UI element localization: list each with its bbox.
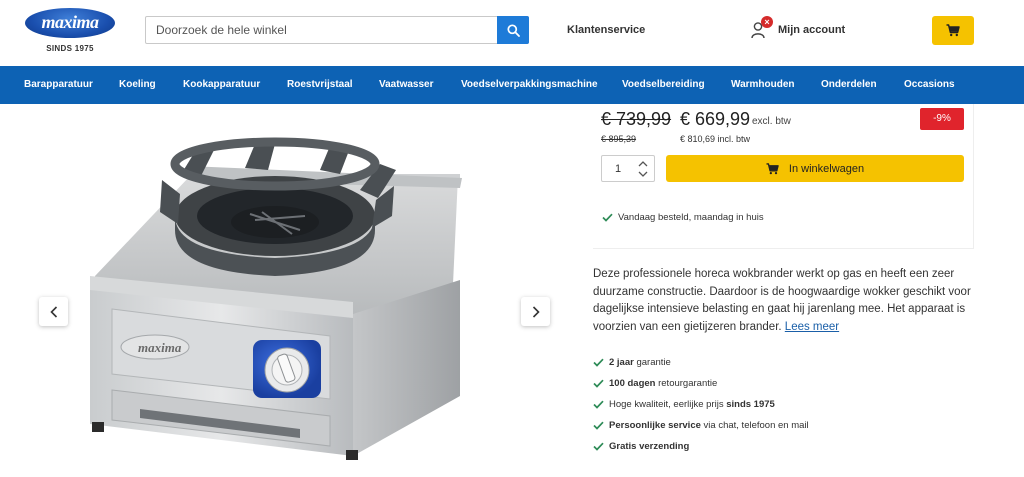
delivery-info: Vandaag besteld, maandag in huis [602,212,764,223]
usp-bold: Persoonlijke service [609,420,701,431]
nav-item-warmhouden[interactable]: Warmhouden [731,66,795,104]
check-icon [602,213,613,222]
nav-item-occasions[interactable]: Occasions [904,66,955,104]
discount-badge: -9% [920,108,964,130]
cart-icon [766,162,779,174]
delivery-text: Vandaag besteld, maandag in huis [618,212,764,223]
product-brand-plate: maxima [138,340,182,355]
price-new: € 669,99 [680,109,751,129]
cart-button[interactable] [932,16,974,45]
customer-service-link[interactable]: Klantenservice [567,24,645,36]
account-link[interactable]: × Mijn account [751,16,846,42]
usp-text: garantie [633,357,671,368]
account-label: Mijn account [778,24,846,36]
buy-box: € 739,99 € 669,99 excl. btw € 895,39 € 8… [593,104,974,249]
nav-item-vaatwasser[interactable]: Vaatwasser [379,66,434,104]
account-alert-badge: × [761,16,773,28]
usp-item: 100 dagen retourgarantie [593,378,717,389]
usp-bold: sinds 1975 [726,399,775,410]
price-new-incl: € 810,69 incl. btw [680,134,751,144]
main-navigation: Barapparatuur Koeling Kookapparatuur Roe… [0,66,1024,104]
maxima-logo[interactable]: maxima SINDS 1975 [25,6,115,56]
add-to-cart-button[interactable]: In winkelwagen [666,155,964,182]
price-excl-label: excl. btw [752,116,791,127]
usp-bold: Gratis verzending [609,441,690,452]
price-old-incl: € 895,39 [601,134,637,144]
usp-bold: 100 dagen [609,378,656,389]
gallery-prev-button[interactable] [39,297,68,326]
add-to-cart-label: In winkelwagen [788,162,865,175]
usp-item: Gratis verzending [593,441,689,452]
usp-item: Persoonlijke service via chat, telefoon … [593,420,809,431]
usp-text: via chat, telefoon en mail [700,420,809,431]
search-bar [145,16,529,44]
nav-item-onderdelen[interactable]: Onderdelen [821,66,877,104]
quantity-value: 1 [615,163,622,175]
check-icon [593,358,604,367]
gallery-next-button[interactable] [521,297,550,326]
usp-item: Hoge kwaliteit, eerlijke prijs sinds 197… [593,399,775,410]
nav-item-barapparatuur[interactable]: Barapparatuur [24,66,93,104]
logo-wordmark: maxima [41,12,99,32]
cart-icon [946,24,960,37]
product-description: Deze professionele horeca wokbrander wer… [593,266,973,336]
check-icon [593,442,604,451]
product-gallery: maxima [0,104,565,477]
check-icon [593,379,604,388]
nav-item-koeling[interactable]: Koeling [119,66,156,104]
nav-item-voedselverpakkingsmachine[interactable]: Voedselverpakkingsmachine [461,66,598,104]
search-button[interactable] [497,16,529,44]
logo-tagline: SINDS 1975 [46,44,94,53]
nav-item-voedselbereiding[interactable]: Voedselbereiding [622,66,705,104]
site-header: maxima SINDS 1975 Klantenservice × Mijn … [0,0,1024,66]
check-icon [593,421,604,430]
stepper-arrows-icon[interactable] [637,158,649,180]
nav-item-kookapparatuur[interactable]: Kookapparatuur [183,66,260,104]
search-input[interactable] [146,17,498,43]
description-text: Deze professionele horeca wokbrander wer… [593,268,971,333]
chevron-right-icon [532,305,540,318]
chevron-left-icon [49,305,57,318]
usp-text: Hoge kwaliteit, eerlijke prijs [609,399,727,410]
product-image: maxima [90,137,462,460]
read-more-link[interactable]: Lees meer [785,321,839,333]
check-icon [593,400,604,409]
user-icon: × [751,16,773,39]
quantity-stepper[interactable]: 1 [601,155,655,182]
nav-item-roestvrijstaal[interactable]: Roestvrijstaal [287,66,353,104]
price-old: € 739,99 [601,109,672,129]
search-icon [506,23,520,37]
usp-item: 2 jaar garantie [593,357,671,368]
usp-bold: 2 jaar [609,357,634,368]
usp-text: retourgarantie [655,378,718,389]
